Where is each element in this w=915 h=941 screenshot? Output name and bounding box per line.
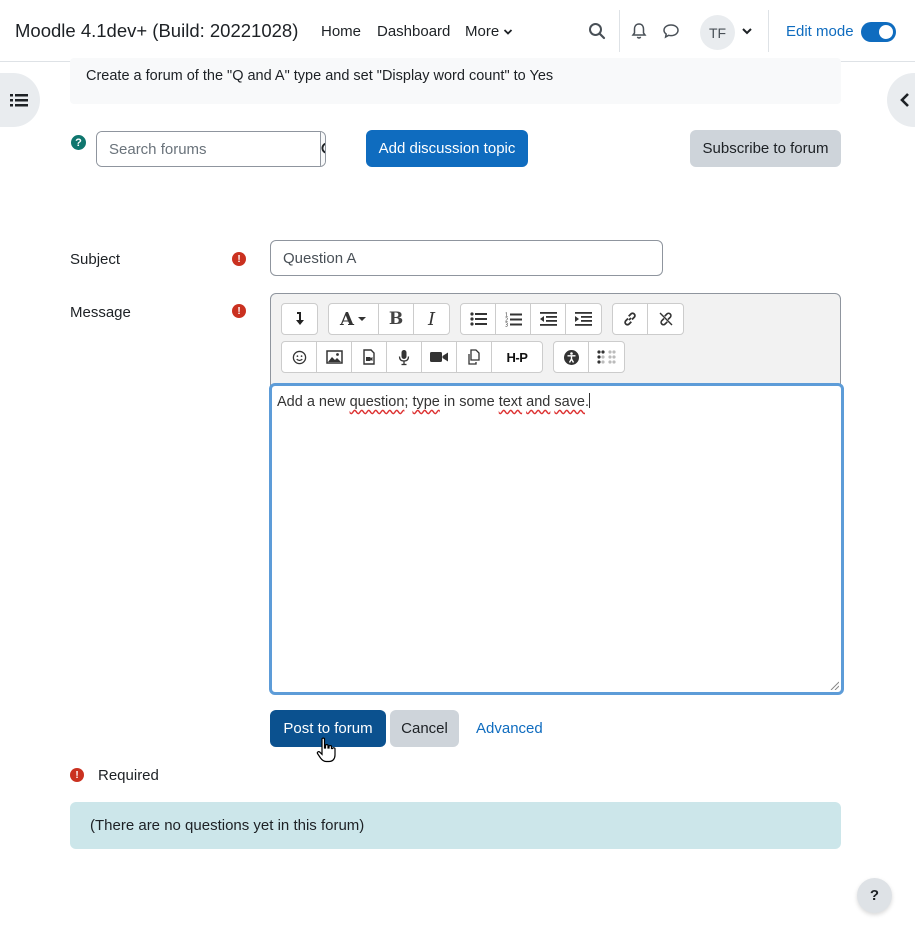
block-drawer-toggle[interactable] (887, 73, 915, 127)
toolbar-group: 123 (460, 303, 602, 335)
subject-input[interactable]: Question A (270, 240, 663, 276)
unlink-icon[interactable] (648, 304, 683, 334)
required-icon: ! (70, 768, 84, 782)
chevron-down-icon (504, 28, 513, 35)
toolbar-group: A B I (328, 303, 450, 335)
required-icon: ! (232, 252, 246, 266)
paragraph-style-icon[interactable]: A (329, 304, 379, 334)
indent-icon[interactable] (566, 304, 601, 334)
cancel-button[interactable]: Cancel (390, 710, 459, 747)
intro-text: Create a forum of the "Q and A" type and… (86, 68, 554, 84)
required-icon: ! (232, 304, 246, 318)
text-caret (589, 393, 591, 408)
nav-dashboard-link[interactable]: Dashboard (377, 23, 450, 40)
nav-home-link[interactable]: Home (321, 23, 361, 40)
forum-intro: Create a forum of the "Q and A" type and… (70, 58, 841, 104)
advanced-link[interactable]: Advanced (476, 720, 543, 737)
screen-reader-helper-icon[interactable] (589, 342, 624, 372)
message-text: in some (439, 394, 499, 410)
message-text: question (349, 394, 405, 410)
microphone-icon[interactable] (387, 342, 422, 372)
search-forums-input[interactable] (97, 132, 320, 166)
edit-mode-label[interactable]: Edit mode (786, 23, 854, 40)
nav-more-menu[interactable]: More (465, 23, 513, 40)
search-submit-button[interactable] (320, 132, 325, 166)
message-text: and (526, 394, 551, 410)
nav-more-label: More (465, 23, 500, 40)
toolbar-group: H-P (281, 341, 543, 373)
navbar-divider (768, 10, 769, 52)
edit-mode-toggle[interactable] (861, 22, 896, 42)
message-text: text (498, 394, 523, 410)
subscribe-forum-button[interactable]: Subscribe to forum (690, 130, 841, 167)
media-file-icon[interactable] (352, 342, 387, 372)
user-avatar[interactable]: TF (700, 15, 735, 50)
site-brand[interactable]: Moodle 4.1dev+ (Build: 20221028) (15, 20, 298, 42)
italic-icon[interactable]: I (414, 304, 449, 334)
message-label: Message (70, 304, 131, 321)
notifications-bell-icon[interactable] (627, 19, 651, 43)
svg-text:3: 3 (505, 322, 508, 327)
required-note: Required (98, 767, 159, 784)
editor-toolbar-row-1: A B I 123 (281, 303, 684, 335)
atto-editor: A B I 123 H-P Add a new question; type i… (269, 293, 844, 695)
unordered-list-icon[interactable] (461, 304, 496, 334)
video-camera-icon[interactable] (422, 342, 457, 372)
chevron-down-icon[interactable] (740, 24, 754, 42)
forum-search (96, 131, 326, 167)
top-navbar: Moodle 4.1dev+ (Build: 20221028) Home Da… (0, 0, 915, 62)
hand-cursor-icon (316, 737, 336, 763)
help-button[interactable]: ? (857, 878, 892, 913)
subject-value: Question A (283, 249, 357, 267)
collapse-toolbar-icon[interactable] (282, 304, 317, 334)
subject-label: Subject (70, 251, 121, 268)
message-text: type (412, 394, 440, 410)
search-icon[interactable] (585, 19, 609, 43)
image-icon[interactable] (317, 342, 352, 372)
no-questions-alert: (There are no questions yet in this foru… (70, 802, 841, 849)
h5p-icon[interactable]: H-P (492, 342, 542, 372)
resize-handle-icon[interactable] (829, 680, 839, 690)
add-discussion-button[interactable]: Add discussion topic (366, 130, 528, 167)
toolbar-group (553, 341, 625, 373)
toggle-knob (879, 25, 893, 39)
manage-files-icon[interactable] (457, 342, 492, 372)
message-text: Add a new (277, 394, 350, 410)
toolbar-group (612, 303, 684, 335)
accessibility-checker-icon[interactable] (554, 342, 589, 372)
help-question-icon[interactable]: ? (71, 135, 86, 150)
toolbar-group (281, 303, 318, 335)
chevron-left-icon (900, 93, 909, 107)
message-text: save (554, 394, 585, 410)
editor-toolbar-row-2: H-P (281, 341, 625, 373)
message-editor-area[interactable]: Add a new question; type in some text an… (269, 383, 844, 695)
list-icon (10, 94, 28, 107)
link-icon[interactable] (613, 304, 648, 334)
ordered-list-icon[interactable]: 123 (496, 304, 531, 334)
navbar-divider (619, 10, 620, 52)
alert-text: (There are no questions yet in this foru… (90, 817, 365, 834)
messages-chat-icon[interactable] (659, 19, 683, 43)
bold-icon[interactable]: B (379, 304, 414, 334)
outdent-icon[interactable] (531, 304, 566, 334)
search-icon (321, 142, 325, 153)
course-index-drawer-toggle[interactable] (0, 73, 40, 127)
emoji-icon[interactable] (282, 342, 317, 372)
